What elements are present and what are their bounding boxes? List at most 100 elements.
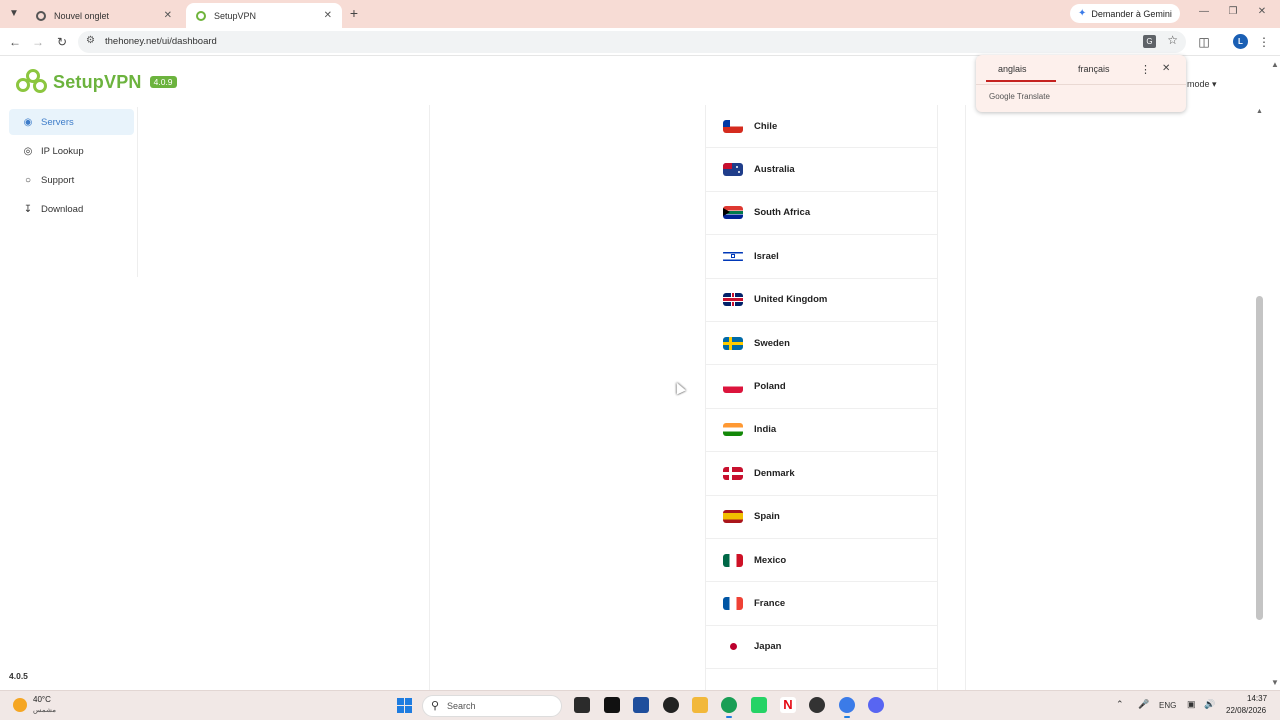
jp-flag-icon: [723, 640, 743, 653]
steam-app-icon[interactable]: [663, 697, 679, 713]
country-name: Japan: [754, 641, 782, 653]
sidebar-item-label: Servers: [41, 116, 74, 128]
country-row-japan[interactable]: Japan: [706, 626, 937, 670]
browser-menu-kebab-icon[interactable]: ⋮: [1256, 34, 1272, 50]
reload-icon[interactable]: ↻: [54, 34, 70, 50]
bookmark-star-icon[interactable]: ☆: [1167, 33, 1178, 47]
tiktok-icon[interactable]: [604, 697, 620, 713]
translate-more-options-icon[interactable]: ⋮: [1140, 63, 1151, 76]
il-flag-icon: [723, 249, 743, 263]
sidebar-item-ip-lookup[interactable]: ◎ IP Lookup: [9, 138, 134, 164]
gb-flag-icon: [723, 293, 743, 307]
page-scrollbar[interactable]: [1269, 57, 1280, 690]
sidebar-item-download[interactable]: ↧ Download: [9, 196, 134, 222]
chrome-browser-icon[interactable]: [839, 697, 855, 718]
chrome-profile-icon[interactable]: [721, 697, 737, 718]
divider: [976, 84, 1186, 85]
translate-icon[interactable]: G: [1143, 35, 1156, 48]
taskbar-clock-date[interactable]: 22/08/2026: [1226, 706, 1266, 715]
address-bar[interactable]: ⚙ thehoney.net/ui/dashboard G ☆: [78, 31, 1186, 53]
fr-flag-icon: [723, 596, 743, 610]
tab-close-icon[interactable]: ✕: [324, 10, 332, 21]
task-view-icon[interactable]: [574, 697, 590, 713]
back-arrow-icon[interactable]: ←: [7, 34, 23, 50]
support-icon: ○: [24, 174, 32, 186]
inner-scroll-up-arrow-icon[interactable]: ▲: [1256, 108, 1263, 115]
country-row-sweden[interactable]: Sweden: [706, 322, 937, 366]
whatsapp-icon[interactable]: [751, 697, 767, 713]
setupvpn-logo[interactable]: SetupVPN 4.0.9: [16, 69, 177, 95]
country-name: France: [754, 597, 786, 609]
forward-arrow-icon[interactable]: →: [30, 34, 46, 50]
scroll-up-arrow-icon[interactable]: ▲: [1271, 60, 1279, 69]
minimize-window-icon[interactable]: —: [1197, 6, 1211, 17]
close-window-icon[interactable]: ✕: [1255, 6, 1269, 17]
weather-sun-icon[interactable]: [13, 698, 27, 712]
mx-flag-icon: [723, 553, 743, 567]
browser-tab-title: Nouvel onglet: [54, 10, 110, 21]
country-name: Chile: [754, 120, 778, 132]
sidebar-nav: ◉ Servers ◎ IP Lookup ○ Support ↧ Downlo…: [0, 107, 138, 277]
microphone-icon[interactable]: 🎤: [1138, 699, 1149, 710]
inner-scrollbar-thumb[interactable]: [1256, 296, 1263, 620]
country-row-australia[interactable]: Australia: [706, 148, 937, 192]
translate-footer-label: Google Translate: [989, 92, 1050, 101]
translate-source-lang-tab[interactable]: anglais: [998, 64, 1027, 74]
country-row-mexico[interactable]: Mexico: [706, 539, 937, 583]
file-explorer-icon[interactable]: [692, 697, 708, 713]
server-country-list[interactable]: Chile Australia South Africa Israel United K…: [705, 105, 938, 690]
country-row-france[interactable]: France: [706, 582, 937, 626]
site-info-icon[interactable]: ⚙: [86, 35, 95, 46]
windows-start-icon[interactable]: [397, 698, 412, 713]
sidebar-item-servers[interactable]: ◉ Servers: [9, 109, 134, 135]
taskbar-search-input[interactable]: ⚲ Search: [422, 695, 562, 717]
country-row-spain[interactable]: Spain: [706, 496, 937, 539]
es-flag-icon: [723, 510, 743, 524]
scroll-down-arrow-icon[interactable]: ▼: [1271, 678, 1279, 687]
translate-popup: anglais français ⋮ ✕ Google Translate: [976, 55, 1186, 112]
country-name: United Kingdom: [754, 294, 828, 306]
setupvpn-logo-mark-icon: [16, 69, 48, 95]
country-row-chile[interactable]: Chile: [706, 105, 937, 149]
address-bar-url[interactable]: thehoney.net/ui/dashboard: [105, 36, 217, 47]
sidebar-item-support[interactable]: ○ Support: [9, 167, 134, 193]
country-row-united-kingdom[interactable]: United Kingdom: [706, 279, 937, 322]
media-app-icon[interactable]: [809, 697, 825, 713]
country-row-poland[interactable]: Poland: [706, 365, 937, 409]
tab-search-chevron-icon[interactable]: ▼: [6, 6, 22, 22]
sidebar-item-label: Support: [41, 174, 75, 186]
taskbar-clock-time[interactable]: 14:37: [1247, 694, 1267, 703]
country-row-israel[interactable]: Israel: [706, 235, 937, 279]
new-tab-plus-icon[interactable]: +: [346, 5, 362, 21]
location-pin-icon: ◎: [23, 145, 33, 157]
country-name: Sweden: [754, 337, 790, 349]
browser-tab-setupvpn[interactable]: SetupVPN ✕: [186, 3, 342, 28]
country-name: Poland: [754, 381, 786, 393]
discord-icon[interactable]: [868, 697, 884, 713]
sidebar-item-label: Download: [41, 203, 84, 215]
input-language-indicator[interactable]: ENG: [1159, 701, 1176, 710]
extensions-puzzle-icon[interactable]: ◫: [1196, 34, 1212, 50]
mode-dropdown[interactable]: mode ▾: [1187, 79, 1217, 90]
weather-temperature: 40°C: [33, 695, 51, 704]
se-flag-icon: [723, 336, 743, 350]
country-row-india[interactable]: India: [706, 409, 937, 453]
country-row-south-africa[interactable]: South Africa: [706, 192, 937, 236]
browser-tab-new-tab[interactable]: Nouvel onglet ✕: [26, 3, 182, 28]
tab-close-icon[interactable]: ✕: [164, 10, 172, 21]
network-icon[interactable]: ▣: [1187, 699, 1196, 710]
volume-icon[interactable]: 🔊: [1204, 699, 1215, 710]
profile-avatar[interactable]: L: [1233, 34, 1248, 49]
calculator-app-icon[interactable]: [633, 697, 649, 713]
translate-target-lang-tab[interactable]: français: [1078, 64, 1110, 74]
za-flag-icon: [723, 206, 743, 220]
netflix-icon[interactable]: N: [780, 697, 796, 713]
tray-chevron-up-icon[interactable]: ⌃: [1116, 699, 1124, 710]
gemini-button-label: Demander à Gemini: [1091, 8, 1172, 19]
country-name: Australia: [754, 164, 795, 176]
taskbar-search-placeholder: Search: [447, 701, 476, 711]
country-row-denmark[interactable]: Denmark: [706, 452, 937, 496]
translate-close-icon[interactable]: ✕: [1162, 63, 1170, 74]
ask-gemini-button[interactable]: ✦ Demander à Gemini: [1070, 4, 1180, 23]
restore-window-icon[interactable]: ❐: [1226, 6, 1240, 17]
